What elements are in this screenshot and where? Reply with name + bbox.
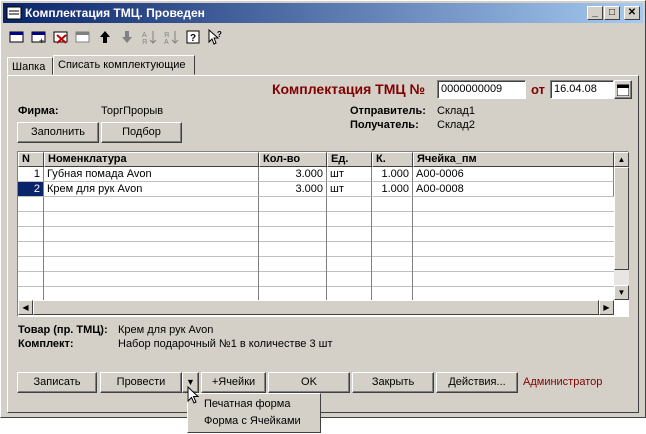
sort-asc-icon[interactable]: AЯ <box>139 27 159 47</box>
sender-value[interactable]: Склад1 <box>437 105 475 117</box>
components-table[interactable]: N Номенклатура Кол-во Ед. К. Ячейка_пм 1… <box>17 151 629 317</box>
column-header-cell[interactable]: Ячейка_пм <box>413 152 614 167</box>
scroll-thumb[interactable] <box>614 167 629 270</box>
svg-text:Я: Я <box>142 39 147 45</box>
kit-label: Комплект: <box>18 338 74 350</box>
minimize-button[interactable]: _ <box>587 6 603 20</box>
scroll-right-arrow-icon[interactable]: ▶ <box>599 300 614 315</box>
quantity-cell[interactable]: 3.000 <box>259 182 327 197</box>
sort-desc-icon[interactable]: ЯA <box>161 27 181 47</box>
calendar-icon <box>616 84 630 97</box>
firm-label: Фирма: <box>18 105 59 117</box>
delete-row-icon[interactable] <box>51 27 71 47</box>
nomenclature-cell[interactable]: Губная помада Avon <box>44 167 259 182</box>
scroll-down-arrow-icon[interactable]: ▼ <box>614 285 629 300</box>
product-value: Крем для рук Avon <box>118 324 214 336</box>
row-number: 2 <box>18 182 44 197</box>
product-label: Товар (пр. ТМЦ): <box>18 324 108 336</box>
cell-location-cell[interactable]: А00-0006 <box>413 167 614 182</box>
actions-button[interactable]: Действия... <box>436 372 518 393</box>
coef-cell[interactable]: 1.000 <box>372 182 413 197</box>
ok-button[interactable]: OK <box>268 372 350 393</box>
window-title: Комплектация ТМЦ. Проведен <box>25 6 205 20</box>
post-options-menu: Печатная форма Форма с Ячейками <box>187 393 321 433</box>
column-header-unit[interactable]: Ед. <box>327 152 372 167</box>
row-number: 1 <box>18 167 44 182</box>
mouse-cursor-icon <box>187 386 200 404</box>
scroll-thumb-horizontal[interactable] <box>33 300 599 315</box>
app-icon <box>6 5 22 21</box>
firm-value[interactable]: ТоргПрорыв <box>101 105 163 117</box>
menu-item-cells-form[interactable]: Форма с Ячейками <box>190 413 318 430</box>
horizontal-scrollbar[interactable]: ◀ ▶ <box>18 300 614 315</box>
svg-text:Я: Я <box>164 32 169 39</box>
svg-text:+: + <box>39 36 44 45</box>
vertical-scrollbar[interactable]: ▲ ▼ <box>614 152 629 300</box>
title-bar[interactable]: Комплектация ТМЦ. Проведен _ □ ✕ <box>3 3 643 23</box>
select-button[interactable]: Подбор <box>101 122 182 143</box>
maximize-button[interactable]: □ <box>604 6 620 20</box>
copy-row-icon[interactable] <box>73 27 93 47</box>
coef-cell[interactable]: 1.000 <box>372 167 413 182</box>
svg-text:?: ? <box>217 30 222 39</box>
scroll-up-arrow-icon[interactable]: ▲ <box>614 152 629 167</box>
document-window: Комплектация ТМЦ. Проведен _ □ ✕ + AЯ ЯA… <box>0 0 646 418</box>
nomenclature-cell[interactable]: Крем для рук Avon <box>44 182 259 197</box>
column-header-coef[interactable]: К. <box>372 152 413 167</box>
date-field[interactable]: 16.04.08 <box>550 80 614 99</box>
quantity-cell[interactable]: 3.000 <box>259 167 327 182</box>
move-down-icon[interactable] <box>117 27 137 47</box>
tab-write-off-components[interactable]: Списать комплектующие <box>53 55 195 75</box>
menu-item-print-form[interactable]: Печатная форма <box>190 396 318 413</box>
unit-cell[interactable]: шт <box>327 167 372 182</box>
context-help-icon[interactable]: ? <box>205 27 225 47</box>
column-header-quantity[interactable]: Кол-во <box>259 152 327 167</box>
receiver-label: Получатель: <box>350 119 419 131</box>
date-label: от <box>531 82 545 97</box>
kit-value: Набор подарочный №1 в количестве 3 шт <box>118 338 333 350</box>
tab-header[interactable]: Шапка <box>7 57 53 75</box>
column-header-n[interactable]: N <box>18 152 44 167</box>
scroll-left-arrow-icon[interactable]: ◀ <box>18 300 33 315</box>
svg-text:A: A <box>164 39 169 45</box>
document-title: Комплектация ТМЦ № <box>272 81 426 97</box>
empty-rows <box>18 197 614 300</box>
cells-button[interactable]: +Ячейки <box>201 372 266 393</box>
current-user: Администратор <box>523 376 603 388</box>
save-button[interactable]: Записать <box>17 372 97 393</box>
move-up-icon[interactable] <box>95 27 115 47</box>
fill-button[interactable]: Заполнить <box>17 122 99 143</box>
new-row-icon[interactable] <box>7 27 27 47</box>
svg-text:A: A <box>142 32 147 39</box>
help-icon[interactable]: ? <box>183 27 203 47</box>
document-number-field[interactable]: 0000000009 <box>437 80 526 99</box>
sender-label: Отправитель: <box>350 105 426 117</box>
close-button[interactable]: ✕ <box>624 6 640 20</box>
unit-cell[interactable]: шт <box>327 182 372 197</box>
close-form-button[interactable]: Закрыть <box>352 372 434 393</box>
cell-location-cell[interactable]: А00-0008 <box>413 182 614 197</box>
column-header-nomenclature[interactable]: Номенклатура <box>44 152 259 167</box>
post-button[interactable]: Провести <box>100 372 182 393</box>
receiver-value[interactable]: Склад2 <box>437 119 475 131</box>
add-row-icon[interactable]: + <box>29 27 49 47</box>
calendar-button[interactable] <box>614 80 632 99</box>
svg-text:?: ? <box>190 33 196 44</box>
